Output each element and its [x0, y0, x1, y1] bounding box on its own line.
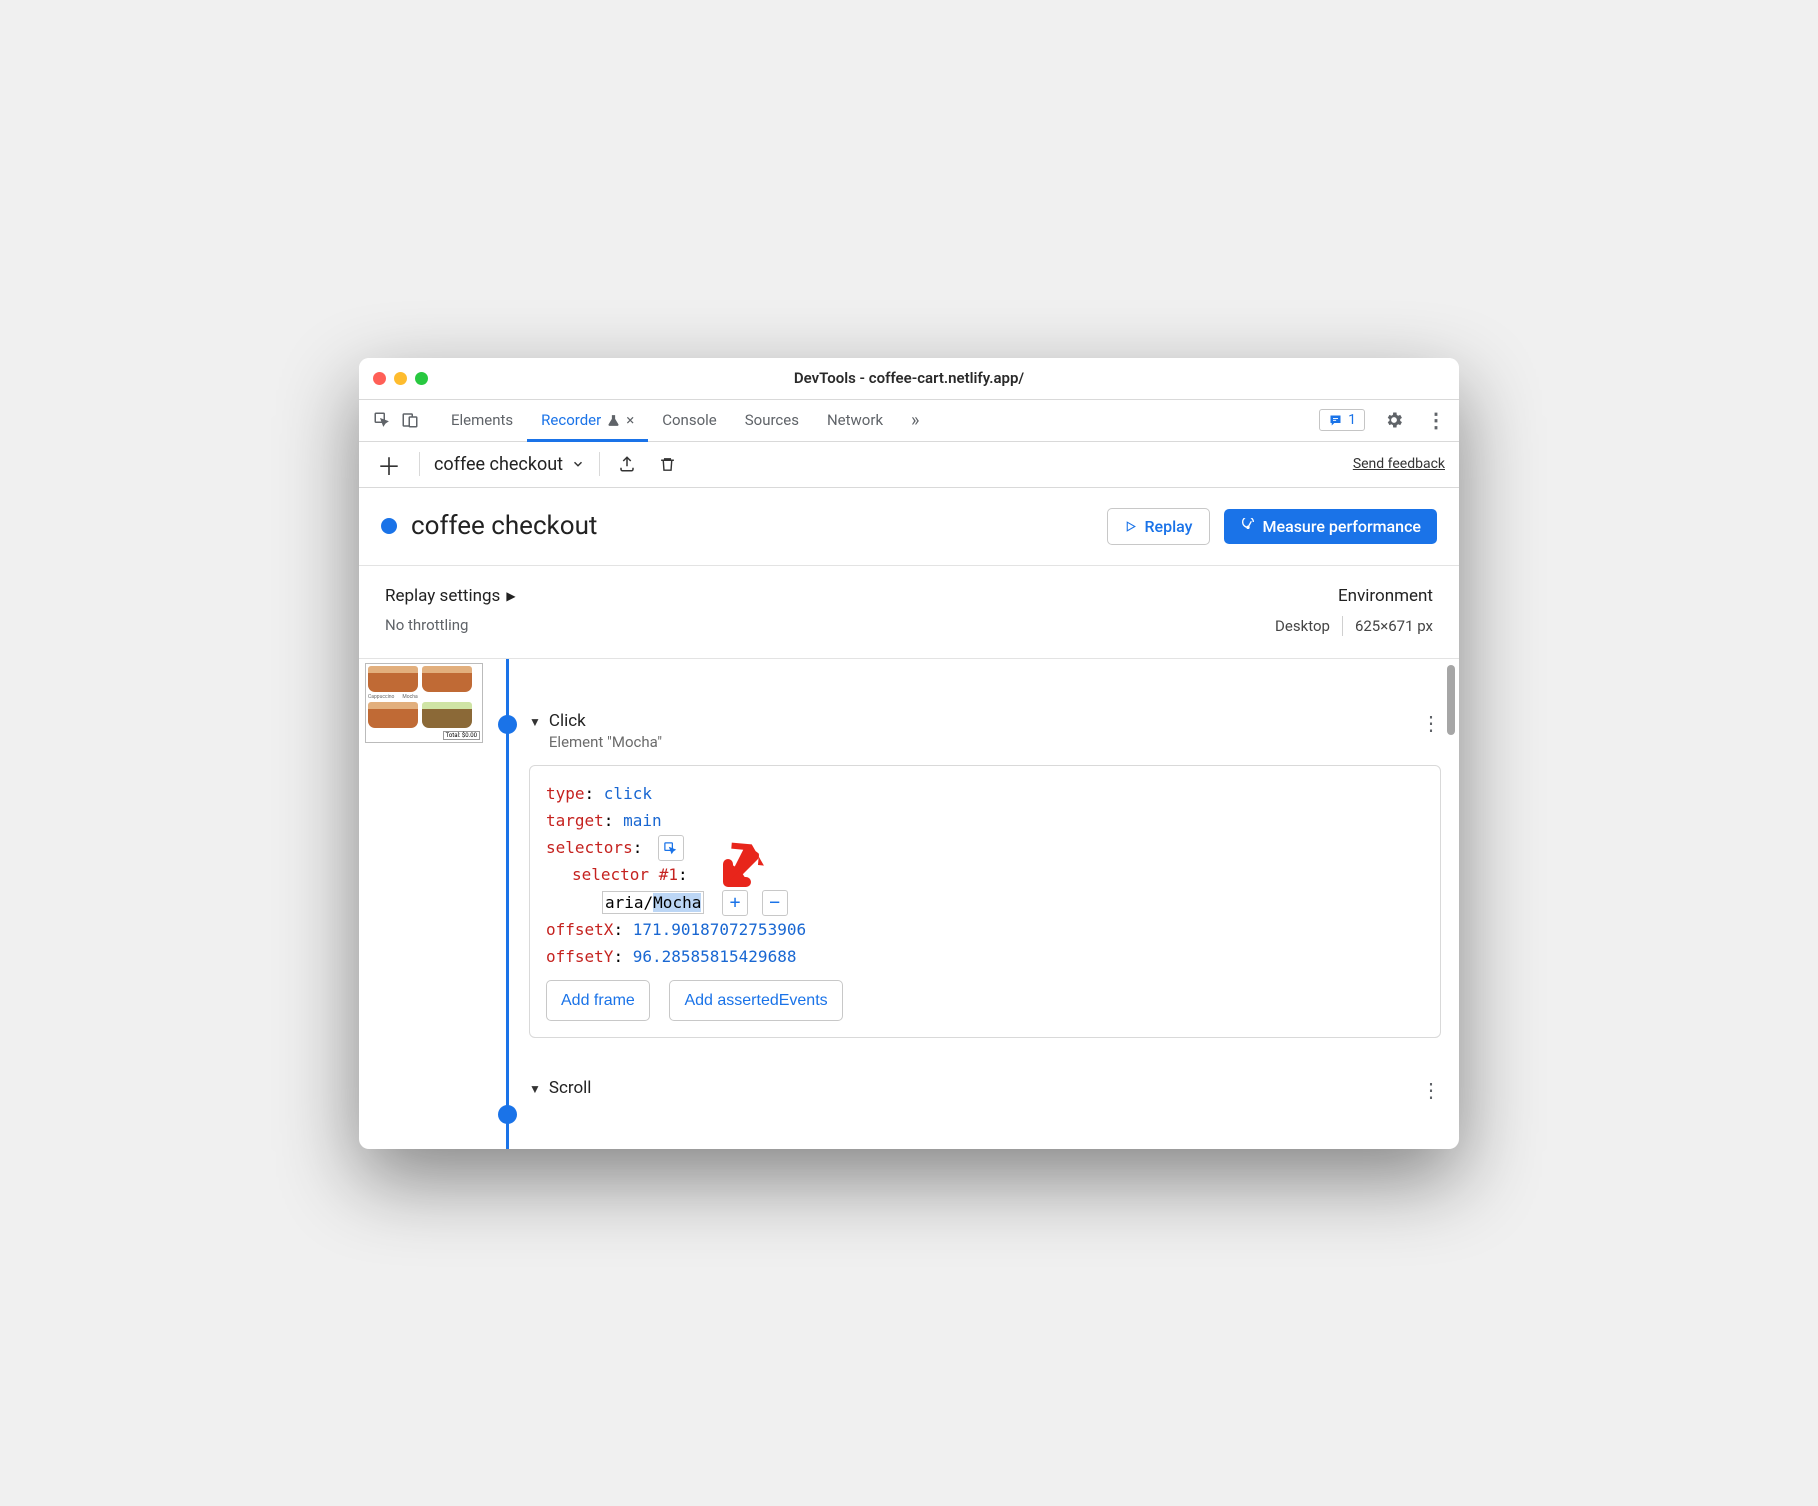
collapse-icon[interactable]: ▼: [529, 1078, 541, 1096]
thumbnail-column: CappuccinoMocha Total: $0.00: [359, 659, 489, 1149]
chevron-right-icon: ▶: [506, 589, 515, 603]
settings-icon[interactable]: [1381, 407, 1407, 433]
tab-network[interactable]: Network: [813, 400, 897, 441]
tabbar: Elements Recorder × Console Sources Netw…: [359, 400, 1459, 442]
tab-console[interactable]: Console: [648, 400, 731, 441]
add-recording-button[interactable]: ＋: [373, 447, 405, 482]
issues-badge[interactable]: 1: [1319, 409, 1365, 431]
add-selector-button[interactable]: +: [722, 890, 748, 916]
add-frame-button[interactable]: Add frame: [546, 980, 650, 1021]
kebab-menu-icon[interactable]: ⋮: [1423, 407, 1449, 433]
selector-input[interactable]: aria/Mocha: [602, 891, 704, 914]
window-title: DevTools - coffee-cart.netlify.app/: [359, 369, 1459, 387]
delete-icon[interactable]: [654, 451, 680, 477]
tab-recorder[interactable]: Recorder ×: [527, 400, 648, 441]
replay-settings-toggle[interactable]: Replay settings ▶: [385, 586, 1275, 606]
annotation-arrow-icon: [722, 840, 770, 888]
add-asserted-events-button[interactable]: Add assertedEvents: [669, 980, 842, 1021]
environment-label: Environment: [1275, 586, 1433, 606]
replay-button[interactable]: Replay: [1107, 508, 1209, 545]
measure-performance-button[interactable]: Measure performance: [1224, 509, 1438, 544]
play-icon: [1124, 520, 1137, 533]
timeline-dot-scroll[interactable]: [498, 1105, 517, 1124]
step-scroll: ▼ Scroll ⋮: [529, 1078, 1441, 1102]
devtools-window: DevTools - coffee-cart.netlify.app/ Elem…: [359, 358, 1459, 1149]
close-tab-icon[interactable]: ×: [626, 411, 634, 429]
throttling-value: No throttling: [385, 616, 1275, 634]
step-click: ▼ Click Element "Mocha" ⋮ type: click ta…: [529, 711, 1441, 1039]
recorder-toolbar: ＋ coffee checkout Send feedback: [359, 442, 1459, 488]
tab-elements[interactable]: Elements: [437, 400, 527, 441]
env-device: Desktop: [1275, 617, 1330, 635]
env-dimensions: 625×671 px: [1355, 617, 1433, 635]
timeline-dot-click[interactable]: [498, 715, 517, 734]
message-icon: [1328, 413, 1343, 428]
recording-header: coffee checkout Replay Measure performan…: [359, 488, 1459, 566]
scrollbar-thumb[interactable]: [1447, 665, 1455, 735]
send-feedback-link[interactable]: Send feedback: [1353, 456, 1445, 472]
tabs: Elements Recorder × Console Sources Netw…: [437, 400, 933, 441]
recording-title: coffee checkout: [411, 511, 1093, 541]
recording-select[interactable]: coffee checkout: [434, 454, 585, 475]
step-detail-card: type: click target: main selectors: sele…: [529, 765, 1441, 1039]
titlebar: DevTools - coffee-cart.netlify.app/: [359, 358, 1459, 400]
chevron-down-icon: [571, 457, 585, 471]
step-thumbnail[interactable]: CappuccinoMocha Total: $0.00: [365, 663, 483, 743]
remove-selector-button[interactable]: −: [762, 890, 788, 916]
element-picker-button[interactable]: [658, 835, 684, 861]
settings-row: Replay settings ▶ No throttling Environm…: [359, 566, 1459, 659]
tabs-overflow-icon[interactable]: »: [897, 400, 933, 441]
export-icon[interactable]: [614, 451, 640, 477]
inspect-icon[interactable]: [369, 407, 395, 433]
steps-viewport: CappuccinoMocha Total: $0.00 ▼ Click Ele…: [359, 659, 1459, 1149]
timeline: [489, 659, 525, 1149]
tab-sources[interactable]: Sources: [731, 400, 813, 441]
collapse-icon[interactable]: ▼: [529, 711, 541, 729]
device-toggle-icon[interactable]: [397, 407, 423, 433]
flask-icon: [607, 414, 620, 427]
gauge-icon: [1240, 518, 1256, 534]
step-menu-icon[interactable]: ⋮: [1421, 711, 1441, 735]
recording-status-dot: [381, 518, 397, 534]
step-menu-icon[interactable]: ⋮: [1421, 1078, 1441, 1102]
